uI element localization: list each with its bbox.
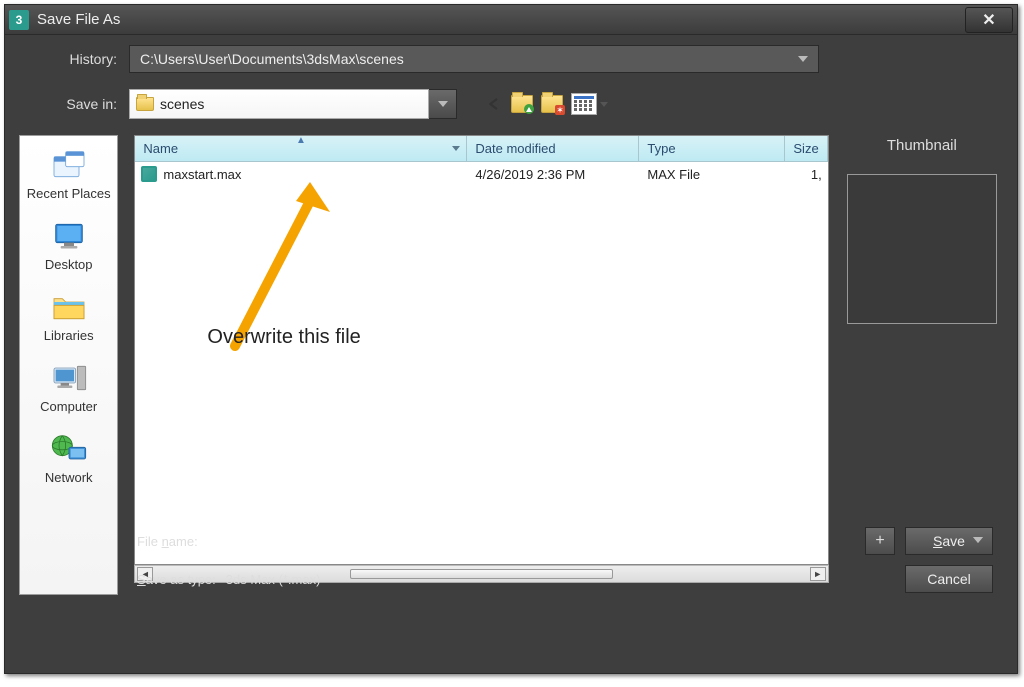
sidebar-item-libraries[interactable]: Libraries [23, 284, 115, 351]
history-dropdown[interactable]: C:\Users\User\Documents\3dsMax\scenes [129, 45, 819, 73]
annotation-arrow-icon [195, 176, 395, 356]
file-date: 4/26/2019 2:36 PM [467, 167, 639, 182]
column-header-name[interactable]: Name ▲ [135, 136, 467, 161]
sidebar-item-network[interactable]: Network [23, 426, 115, 493]
file-type: MAX File [639, 167, 785, 182]
sidebar-item-desktop[interactable]: Desktop [23, 213, 115, 280]
sidebar-item-label: Desktop [23, 257, 115, 272]
up-arrow-icon [524, 104, 534, 114]
saveastype-label: Save as type: [137, 572, 216, 587]
savein-label: Save in: [19, 96, 129, 112]
libraries-icon [47, 288, 91, 326]
file-row[interactable]: maxstart.max 4/26/2019 2:36 PM MAX File … [135, 162, 827, 186]
network-icon [47, 430, 91, 468]
history-label: History: [19, 51, 129, 67]
sort-ascending-icon: ▲ [296, 135, 306, 146]
new-folder-icon[interactable]: ✶ [541, 95, 563, 113]
chevron-down-icon [600, 102, 608, 107]
thumbnail-label: Thumbnail [887, 137, 957, 154]
column-header-type[interactable]: Type [639, 136, 785, 161]
back-button[interactable] [485, 92, 503, 116]
close-button[interactable]: ✕ [965, 7, 1013, 33]
titlebar: 3 Save File As ✕ [5, 5, 1017, 35]
column-headers: Name ▲ Date modified Type Size [135, 136, 827, 162]
filename-label: File name: [137, 534, 198, 549]
chevron-down-icon [438, 101, 448, 107]
annotation-text: Overwrite this file [207, 326, 360, 349]
file-list: Name ▲ Date modified Type Size [134, 135, 828, 565]
chevron-down-icon [973, 537, 983, 543]
window-title: Save File As [37, 11, 965, 28]
increment-button[interactable]: + [865, 527, 895, 555]
column-header-date[interactable]: Date modified [467, 136, 639, 161]
history-value: C:\Users\User\Documents\3dsMax\scenes [140, 51, 404, 67]
sidebar-item-label: Recent Places [23, 186, 115, 201]
close-icon: ✕ [982, 10, 995, 30]
view-menu-button[interactable] [571, 93, 597, 115]
savein-value: scenes [160, 96, 204, 112]
file-name: maxstart.max [163, 167, 241, 182]
cancel-button[interactable]: Cancel [905, 565, 993, 593]
column-header-size[interactable]: Size [785, 136, 827, 161]
chevron-down-icon [452, 146, 460, 151]
saveastype-value: 3ds Max (*.max) [226, 572, 321, 587]
saveastype-dropdown[interactable]: 3ds Max (*.max) [226, 572, 321, 587]
sidebar-item-recent[interactable]: Recent Places [23, 142, 115, 209]
thumbnail-panel: Thumbnail [841, 135, 1003, 595]
sidebar-item-label: Libraries [23, 328, 115, 343]
nav-icons: ✶ [485, 92, 597, 116]
recent-places-icon [47, 146, 91, 184]
history-row: History: C:\Users\User\Documents\3dsMax\… [19, 45, 1003, 73]
app-icon: 3 [9, 10, 29, 30]
sidebar-item-computer[interactable]: Computer [23, 355, 115, 422]
places-sidebar: Recent Places Desktop [19, 135, 118, 595]
desktop-icon [47, 217, 91, 255]
sidebar-item-label: Computer [23, 399, 115, 414]
save-file-dialog: 3 Save File As ✕ History: C:\Users\User\… [4, 4, 1018, 674]
max-file-icon [141, 166, 157, 182]
plus-icon: + [875, 532, 884, 550]
savein-row: Save in: scenes ✶ [19, 89, 1003, 119]
thumbnail-preview [847, 174, 997, 324]
folder-icon [136, 97, 154, 111]
savein-dropdown-button[interactable] [429, 89, 457, 119]
file-size: 1, [785, 167, 827, 182]
up-one-level-icon[interactable] [511, 95, 533, 113]
savein-combo[interactable]: scenes [129, 89, 429, 119]
new-badge-icon: ✶ [555, 105, 565, 115]
chevron-down-icon [798, 56, 808, 62]
computer-icon [47, 359, 91, 397]
sidebar-item-label: Network [23, 470, 115, 485]
